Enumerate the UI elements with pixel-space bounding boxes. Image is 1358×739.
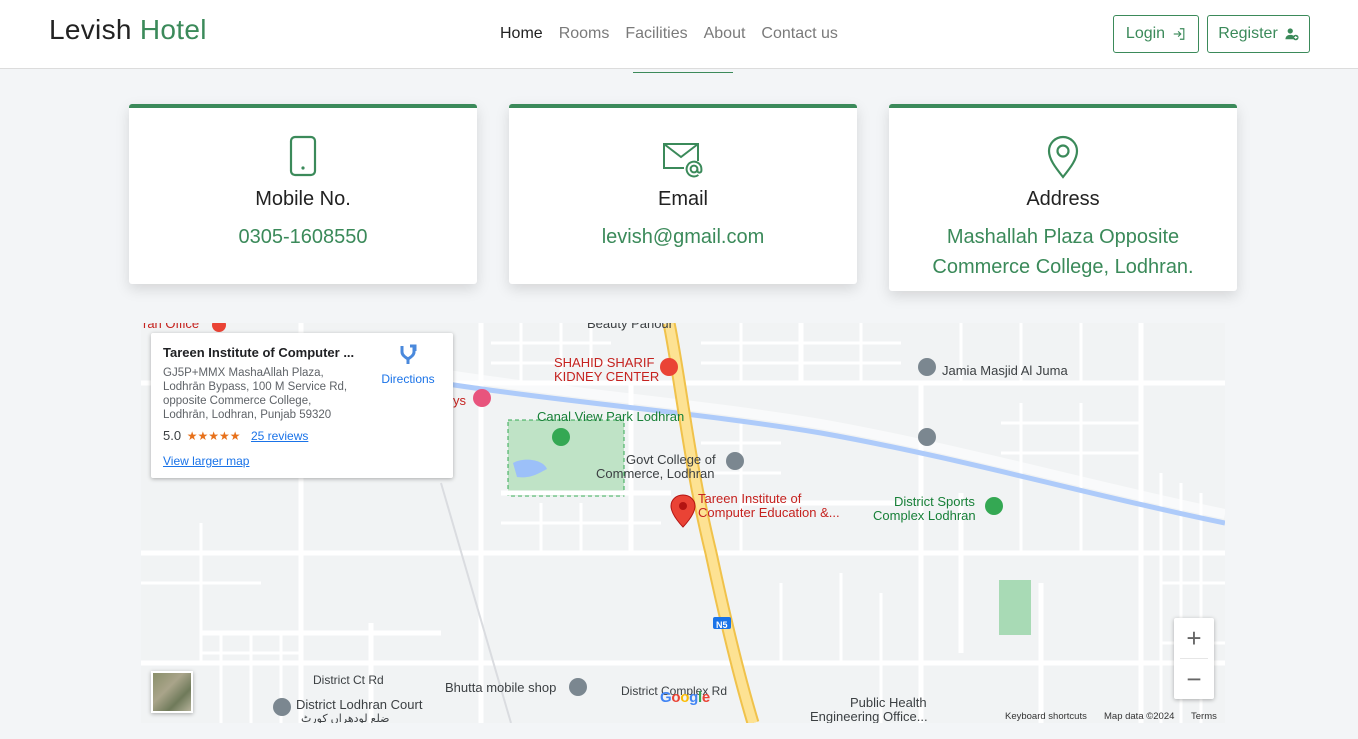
place-address-line: opposite Commerce College, [163,395,312,407]
directions-button[interactable]: Directions [379,343,437,386]
brand-accent: Hotel [139,14,207,45]
nav-facilities[interactable]: Facilities [625,25,687,43]
map-label-court-urdu: ضلع لودھراں کورٹ [301,713,390,723]
nav-home[interactable]: Home [500,25,543,43]
map-data-credit: Map data ©2024 [1104,711,1175,722]
map-label-iran-office: ran Office [143,323,200,331]
location-pin-icon [1047,135,1079,179]
place-info-card: Tareen Institute of Computer ... GJ5P+MM… [151,333,453,478]
phone-icon [289,135,317,177]
map-label-ct-rd: District Ct Rd [313,673,384,687]
nav-contact[interactable]: Contact us [761,25,837,43]
brand-name: Levish [49,14,132,45]
login-label: Login [1125,25,1166,42]
main-nav: Home Rooms Facilities About Contact us [500,25,854,43]
email-card: Email levish@gmail.com [509,104,857,284]
satellite-toggle[interactable] [151,671,193,713]
email-title: Email [657,188,708,210]
map-label-tareen-2: Computer Education &... [698,505,840,520]
directions-label: Directions [381,372,435,386]
map-label-public-2: Engineering Office... [810,709,928,724]
rating-stars: ★★★★★ [186,429,241,443]
reviews-link[interactable]: 25 reviews [251,429,308,443]
login-icon [1173,28,1185,40]
view-larger-map-link[interactable]: View larger map [163,454,249,468]
map-label-govt-1: Govt College of [626,452,716,467]
place-name: Tareen Institute of Computer ... [163,345,355,360]
zoom-controls: + − [1174,618,1214,699]
register-button[interactable]: Register [1207,15,1310,53]
email-value[interactable]: levish@gmail.com [529,222,837,252]
address-title: Address [1026,188,1100,210]
mobile-title: Mobile No. [255,188,351,210]
register-label: Register [1218,25,1278,42]
section-divider [633,72,733,73]
map-label-tareen-1: Tareen Institute of [698,491,802,506]
directions-icon [400,344,417,364]
zoom-out-button[interactable]: − [1174,659,1214,699]
place-address-line: GJ5P+MMX MashaAllah Plaza, [163,367,324,379]
place-rating: 5.0 ★★★★★ [163,428,241,443]
map-label-bhutta: Bhutta mobile shop [445,680,557,695]
map-label-sports-2: Complex Lodhran [873,508,976,523]
map-label-sports-1: District Sports [894,494,975,509]
keyboard-shortcuts-link[interactable]: Keyboard shortcuts [1005,711,1087,722]
map-label-jamia: Jamia Masjid Al Juma [942,363,1068,378]
map-label-n5: N5 [716,620,728,630]
terms-link[interactable]: Terms [1191,711,1217,722]
rating-value: 5.0 [163,428,182,443]
place-address-line: Lodhrān Bypass, 100 M Service Rd, [163,381,348,393]
nav-about[interactable]: About [704,25,746,43]
map-label-govt-2: Commerce, Lodhran [596,466,715,481]
envelope-at-icon [663,143,703,178]
map-label-canal-park: Canal View Park Lodhran [537,409,685,424]
map-label-beauty-parlour: Beauty Parlour [587,323,673,331]
address-value: Mashallah Plaza Opposite Commerce Colleg… [932,226,1194,278]
navbar: Levish Hotel Home Rooms Facilities About… [0,0,1358,69]
google-logo: Google [660,689,710,706]
add-user-icon [1285,28,1299,41]
address-card: Address Mashallah Plaza Opposite Commerc… [889,104,1237,291]
map-label-shahid-1: SHAHID SHARIF [554,355,655,370]
map-label-ys: ys [453,393,466,408]
nav-rooms[interactable]: Rooms [559,25,610,43]
google-map[interactable]: ran Office Beauty Parlour SHAHID SHARIF … [141,323,1225,723]
mobile-value[interactable]: 0305-1608550 [149,222,457,252]
map-label-shahid-2: KIDNEY CENTER [554,369,660,384]
map-label-court: District Lodhran Court [296,697,423,712]
map-label-public-1: Public Health [850,695,927,710]
mobile-card: Mobile No. 0305-1608550 [129,104,477,284]
zoom-in-button[interactable]: + [1174,618,1214,658]
place-address-line: Lodhrān, Lodhran, Punjab 59320 [163,409,332,421]
brand-logo[interactable]: Levish Hotel [49,14,207,46]
login-button[interactable]: Login [1113,15,1199,53]
place-address: GJ5P+MMX MashaAllah Plaza, Lodhrān Bypas… [163,366,368,422]
